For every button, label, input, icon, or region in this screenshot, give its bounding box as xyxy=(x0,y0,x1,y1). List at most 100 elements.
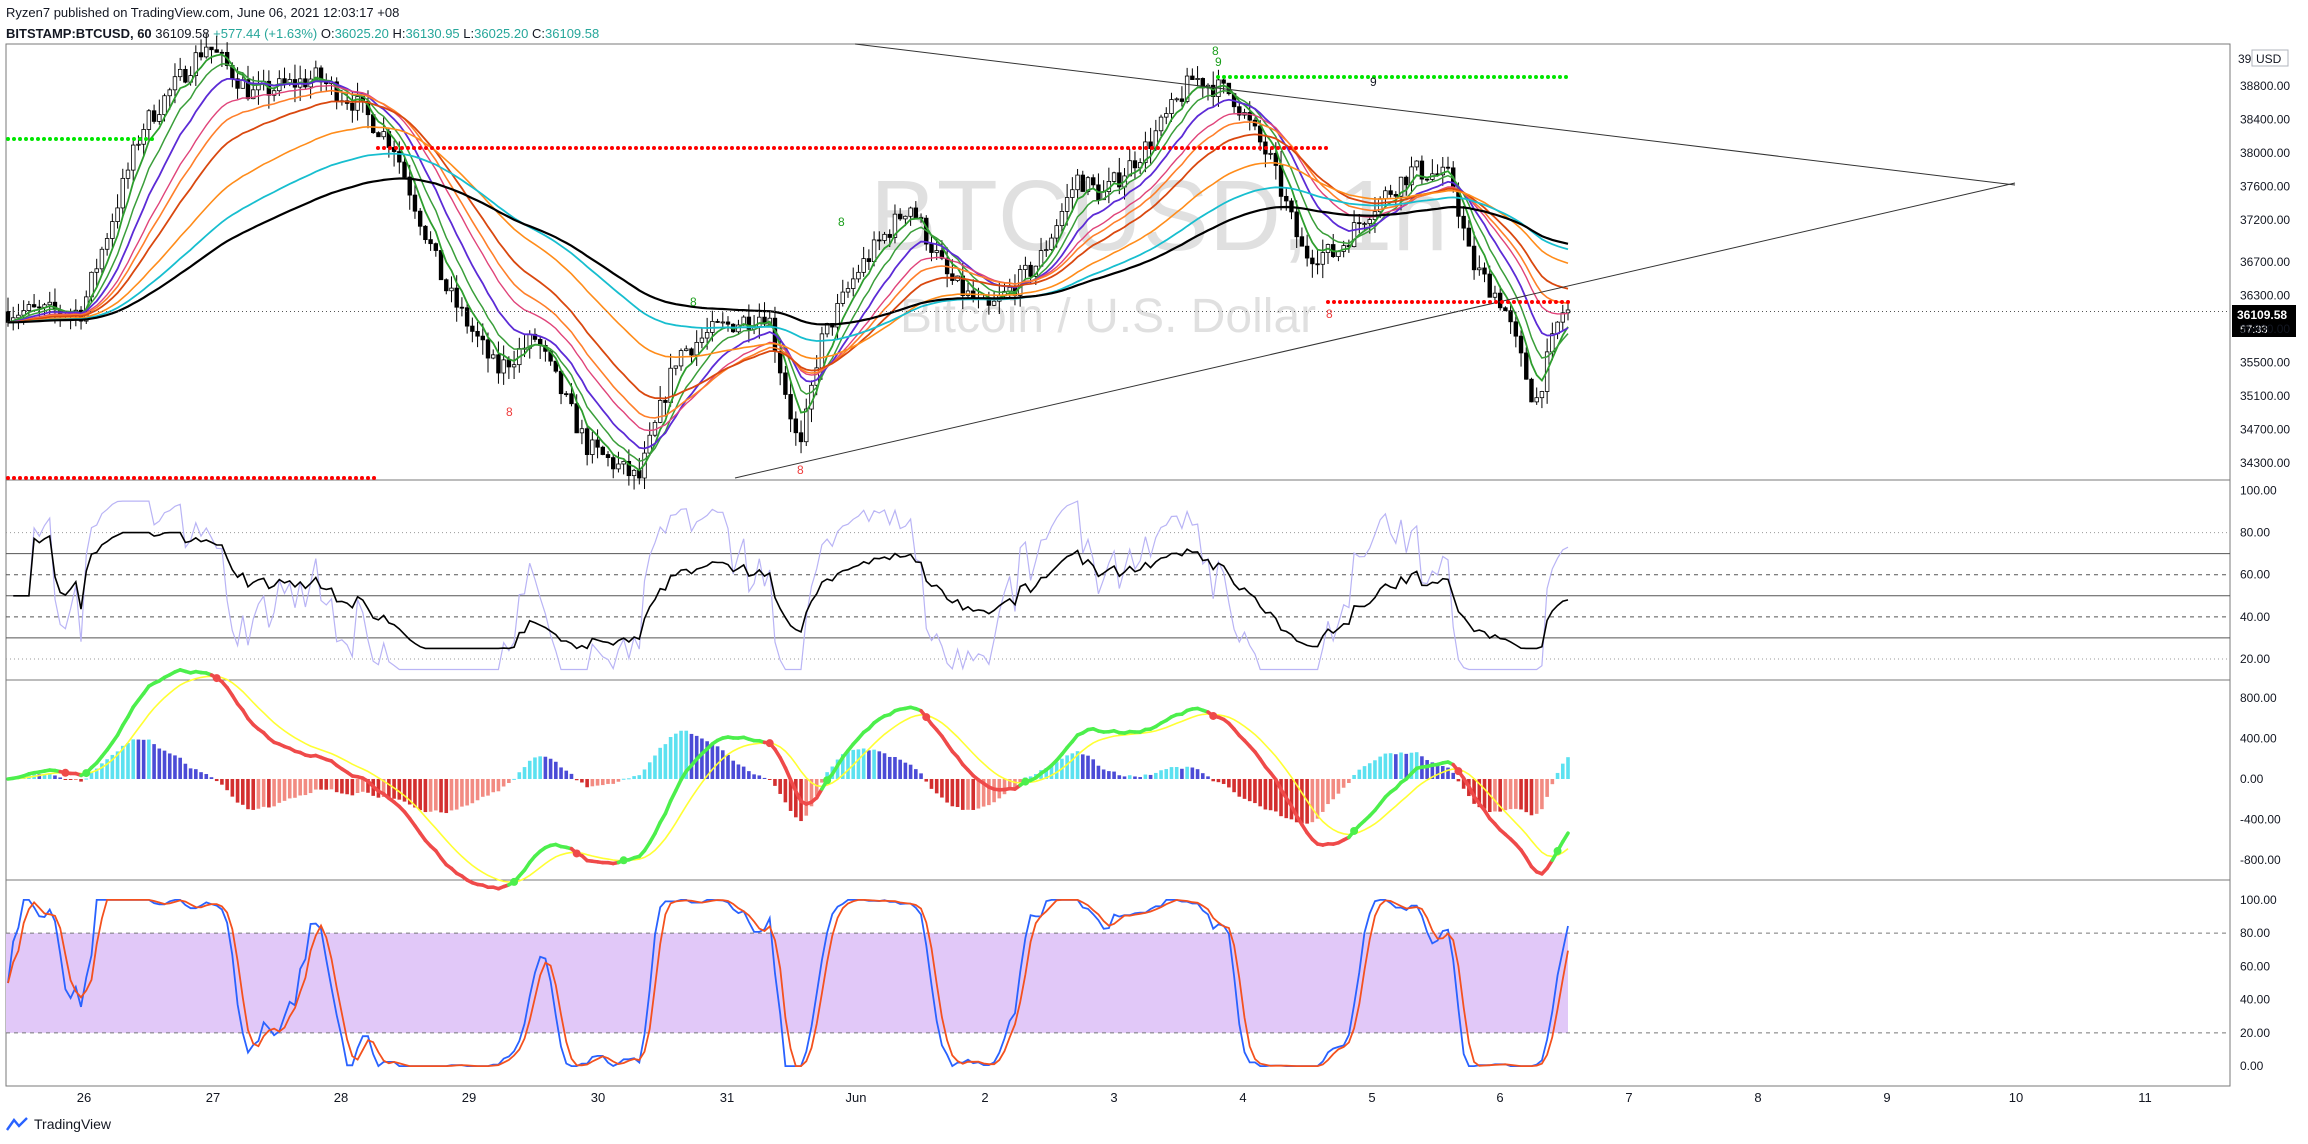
macd-histogram-bar xyxy=(334,778,339,793)
level-dots-red xyxy=(1356,300,1360,304)
resistance-dots-red xyxy=(388,146,392,150)
resistance-dots-green xyxy=(1504,75,1508,79)
macd-histogram-bar xyxy=(267,778,271,808)
candle-body xyxy=(115,207,120,222)
support-dots-red xyxy=(336,476,340,480)
macd-histogram-bar xyxy=(616,778,621,782)
resistance-dots-red xyxy=(880,146,884,150)
resistance-dots-red xyxy=(616,146,620,150)
resistance-dots-green xyxy=(1468,75,1472,79)
macd-histogram-bar xyxy=(194,769,198,779)
axes: 26 27 28 29 30 31 Jun 2 3 4 5 6 7 8 9 10 11 xyxy=(77,1090,2152,1105)
candle-body xyxy=(1518,335,1524,354)
macd-histogram-bar xyxy=(1174,767,1179,779)
candle-body xyxy=(491,354,496,359)
macd-histogram-bar xyxy=(1508,778,1513,810)
candle-body xyxy=(1054,225,1059,239)
resistance-dots-red xyxy=(394,146,398,150)
macd-histogram-bar xyxy=(84,778,89,780)
chart-canvas[interactable]: BTCUSD, 1h Bitcoin / U.S. Dollar 39 USD … xyxy=(0,0,2308,1144)
macd-histogram-bar xyxy=(1107,771,1111,779)
macd-histogram-bar xyxy=(491,778,496,793)
support-dots-red xyxy=(60,476,64,480)
macd-histogram-bar xyxy=(340,778,344,794)
macd-histogram-bar xyxy=(663,744,668,779)
candle-body xyxy=(1304,245,1310,259)
resistance-dots-red xyxy=(1048,146,1052,150)
resistance-dots-red xyxy=(874,146,878,150)
resistance-dots-green xyxy=(1390,75,1394,79)
level-dots-red xyxy=(1380,300,1384,304)
resistance-dots-red xyxy=(1312,146,1316,150)
resistance-dots-green xyxy=(1522,75,1526,79)
macd-histogram-bar xyxy=(846,751,850,779)
support-dots-red xyxy=(366,476,370,480)
resistance-dots-green xyxy=(1432,75,1436,79)
resistance-dots-red xyxy=(904,146,908,150)
support-dots-red xyxy=(342,476,346,480)
macd-histogram-bar xyxy=(475,778,480,801)
resistance-dots-red xyxy=(652,146,656,150)
price-tick: 35100.00 xyxy=(2240,389,2290,403)
macd-histogram-bar xyxy=(1326,778,1330,805)
count-annotation: 8 xyxy=(838,215,845,229)
support-dots-green xyxy=(24,137,28,141)
candle-body xyxy=(444,279,449,292)
macd-histogram-bar xyxy=(627,778,631,780)
resistance-dots-red xyxy=(1132,146,1136,150)
resistance-dots-green xyxy=(1324,75,1328,79)
resistance-dots-red xyxy=(1096,146,1100,150)
macd-histogram-bar xyxy=(595,778,600,786)
macd-histogram-bar xyxy=(1383,753,1388,779)
price-tick: 37200.00 xyxy=(2240,213,2290,227)
macd-histogram-bar xyxy=(402,778,407,802)
candle-body xyxy=(991,300,997,306)
macd-histogram-bar xyxy=(246,778,250,810)
price-plot: 34300.00 34700.00 35100.00 35500.00 35900.00… xyxy=(5,33,2290,490)
candle-body xyxy=(1539,391,1545,399)
resistance-dots-green xyxy=(1426,75,1430,79)
macd-histogram-bar xyxy=(611,778,616,784)
stoch-tick: 40.00 xyxy=(2240,993,2270,1007)
level-dots-red xyxy=(1446,300,1450,304)
level-dots-red xyxy=(1338,300,1342,304)
resistance-dots-green xyxy=(1408,75,1412,79)
level-dots-red xyxy=(1542,300,1546,304)
candle-body xyxy=(31,304,37,308)
support-dots-red xyxy=(330,476,334,480)
macd-histogram-bar xyxy=(590,778,595,787)
support-dots-red xyxy=(204,476,208,480)
macd-histogram-bar xyxy=(1221,778,1226,784)
resistance-dots-red xyxy=(1192,146,1196,150)
candle-body xyxy=(579,428,585,434)
macd-histogram-bar xyxy=(496,778,501,792)
resistance-dots-red xyxy=(1078,146,1082,150)
macd-histogram-bar xyxy=(1096,765,1101,779)
macd-tick: 800.00 xyxy=(2240,691,2277,705)
resistance-dots-red xyxy=(382,146,386,150)
resistance-dots-green xyxy=(1492,75,1496,79)
candle-body xyxy=(887,233,892,238)
macd-pane[interactable] xyxy=(5,679,2231,881)
resistance-dots-red xyxy=(676,146,680,150)
resistance-dots-red xyxy=(760,146,764,150)
rsi-tick: 40.00 xyxy=(2240,610,2270,624)
macd-histogram-bar xyxy=(1190,767,1195,779)
tradingview-footer[interactable]: TradingView xyxy=(6,1116,111,1132)
resistance-dots-green xyxy=(1240,75,1244,79)
support-dots-green xyxy=(126,137,130,141)
candle-body xyxy=(569,393,574,405)
count-annotation: 9 xyxy=(1215,55,1222,69)
resistance-dots-red xyxy=(1264,146,1268,150)
resistance-dots-red xyxy=(1156,146,1160,150)
candle-body xyxy=(694,341,699,356)
macd-histogram-bar xyxy=(736,764,741,779)
rsi-line xyxy=(13,531,1569,650)
macd-histogram-bar xyxy=(178,757,182,779)
resistance-dots-red xyxy=(598,146,602,150)
support-dots-green xyxy=(150,137,154,141)
candle-body xyxy=(861,258,866,273)
resistance-dots-red xyxy=(1066,146,1070,150)
macd-histogram-bar xyxy=(74,778,78,780)
support-dots-red xyxy=(42,476,46,480)
